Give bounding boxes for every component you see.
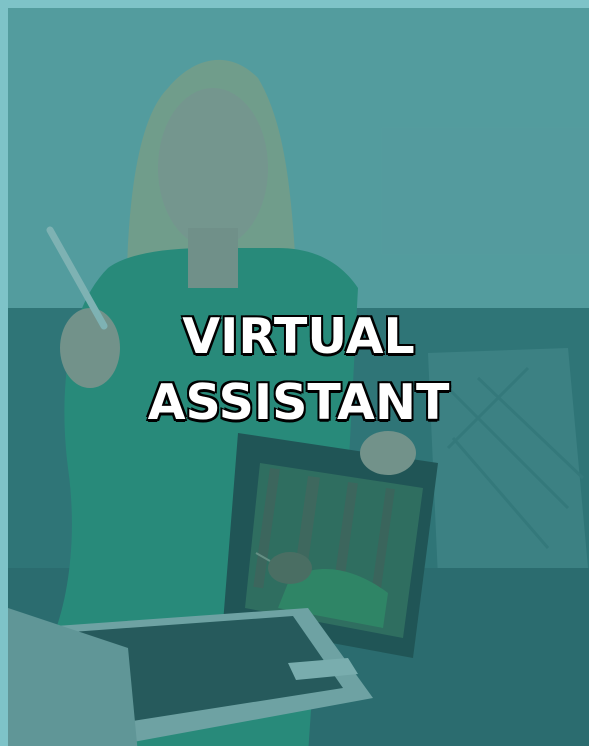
headline-line-1: VIRTUAL <box>181 307 416 366</box>
promo-card: VIRTUAL ASSISTANT <box>0 0 589 746</box>
headline: VIRTUAL ASSISTANT <box>8 304 589 436</box>
headline-line-2: ASSISTANT <box>147 373 451 432</box>
